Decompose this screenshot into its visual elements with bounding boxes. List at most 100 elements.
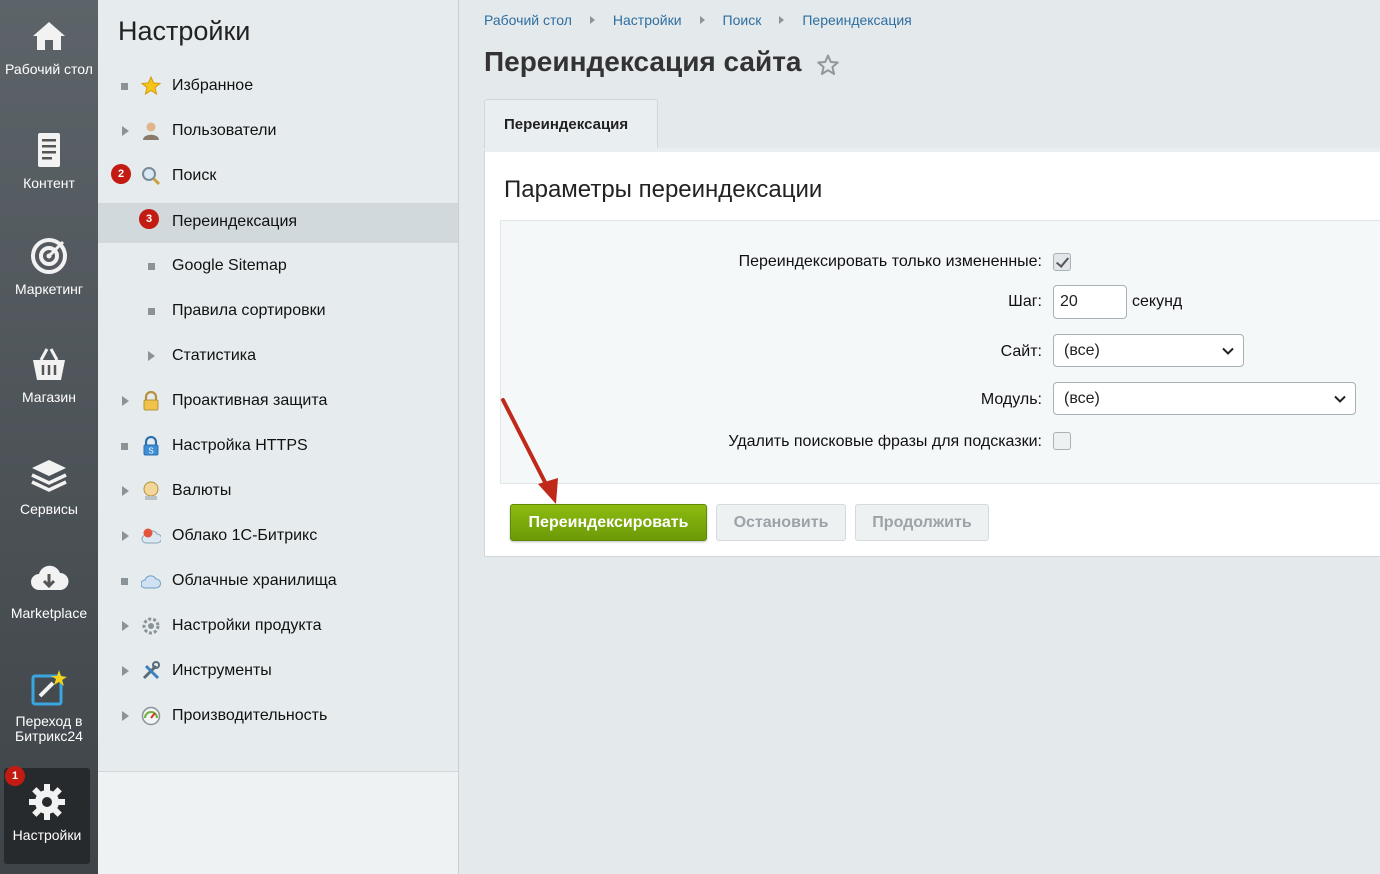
cloud-icon — [141, 528, 161, 544]
continue-button[interactable]: Продолжить — [855, 504, 989, 541]
expand-arrow-icon[interactable] — [148, 351, 155, 361]
settings-menu-panel: Настройки Избранное Пользователи 2 Поиск… — [98, 0, 459, 874]
menu-item-https[interactable]: S Настройка HTTPS — [98, 426, 458, 466]
cloud-download-icon — [31, 565, 69, 590]
user-icon — [143, 122, 159, 140]
rail-item-settings[interactable]: Настройки 1 — [4, 766, 90, 864]
menu-item-statistics[interactable]: Статистика — [98, 336, 458, 376]
menu-item-product-settings[interactable]: Настройки продукта — [98, 606, 458, 646]
chevron-down-icon — [1334, 395, 1346, 403]
rail-item-bitrix24[interactable]: Переход в Битрикс24 — [0, 668, 98, 744]
svg-text:S: S — [148, 447, 153, 456]
rail-item-services[interactable]: Сервисы — [0, 456, 98, 517]
site-select[interactable]: (все) — [1053, 334, 1244, 367]
document-icon — [38, 133, 60, 167]
menu-item-tools[interactable]: Инструменты — [98, 651, 458, 691]
module-select[interactable]: (все) — [1053, 382, 1356, 415]
menu-item-label: Настройки продукта — [172, 617, 322, 634]
menu-item-label: Проактивная защита — [172, 392, 328, 409]
main-content: Рабочий стол Настройки Поиск Переиндексация… — [459, 0, 1380, 874]
step-badge: 1 — [5, 766, 25, 786]
expand-arrow-icon[interactable] — [122, 621, 129, 631]
delete-phrases-label: Удалить поисковые фразы для подсказки: — [728, 433, 1042, 450]
stop-button[interactable]: Остановить — [716, 504, 846, 541]
menu-item-label: Правила сортировки — [172, 302, 326, 319]
rail-label: Сервисы — [19, 501, 78, 517]
rail-item-shop[interactable]: Магазин — [0, 344, 98, 405]
menu-item-label: Валюты — [172, 482, 232, 499]
bullet-marker — [148, 308, 155, 315]
menu-item-bitrix-cloud[interactable]: Облако 1С-Битрикс — [98, 516, 458, 556]
rail-item-marketplace[interactable]: Marketplace — [0, 560, 98, 621]
menu-item-label: Избранное — [172, 77, 254, 94]
menu-item-google-sitemap[interactable]: Google Sitemap — [98, 246, 458, 286]
rail-label: Настройки — [12, 827, 82, 843]
expand-arrow-icon[interactable] — [122, 666, 129, 676]
module-label: Модуль: — [980, 391, 1042, 408]
expand-arrow-icon[interactable] — [122, 711, 129, 721]
menu-item-label: Google Sitemap — [172, 257, 287, 274]
magnifier-icon — [142, 167, 161, 186]
expand-arrow-icon[interactable] — [122, 126, 129, 136]
step-unit: секунд — [1132, 293, 1183, 310]
expand-arrow-icon[interactable] — [122, 396, 129, 406]
rail-item-marketing[interactable]: Маркетинг — [0, 236, 98, 297]
expand-arrow-icon[interactable] — [122, 486, 129, 496]
menu-item-label: Настройка HTTPS — [172, 437, 308, 454]
bullet-marker — [121, 578, 128, 585]
left-navigation-rail: Рабочий стол Контент Маркетинг Магазин С… — [0, 0, 98, 874]
menu-item-label: Облако 1С-Битрикс — [172, 527, 318, 544]
chevron-down-icon — [1222, 347, 1234, 355]
settings-icon — [142, 617, 160, 635]
breadcrumb-separator-icon — [699, 16, 705, 24]
rail-label: Переход в Битрикс24 — [15, 713, 83, 744]
menu-item-currencies[interactable]: Валюты — [98, 471, 458, 511]
rail-label: Рабочий стол — [5, 61, 93, 77]
bitrix24-icon — [31, 670, 67, 706]
only-changed-checkbox[interactable] — [1053, 253, 1071, 271]
step-label: Шаг: — [1008, 293, 1042, 310]
basket-icon — [33, 348, 65, 380]
page-title: Переиндексация сайта — [484, 46, 802, 77]
menu-item-performance[interactable]: Производительность — [98, 696, 458, 736]
rail-label: Marketplace — [10, 605, 88, 621]
step-input[interactable]: 20 — [1053, 285, 1127, 319]
menu-footer-area — [98, 771, 458, 874]
target-icon — [31, 238, 67, 274]
home-icon — [33, 22, 65, 50]
rail-item-desktop[interactable]: Рабочий стол — [0, 16, 98, 77]
breadcrumb-link-desktop[interactable]: Рабочий стол — [484, 12, 572, 28]
module-select-value: (все) — [1064, 390, 1100, 407]
section-title: Параметры переиндексации — [504, 176, 823, 203]
rail-label: Магазин — [21, 389, 76, 405]
bullet-marker — [121, 83, 128, 90]
breadcrumb-link-search[interactable]: Поиск — [723, 12, 762, 28]
expand-arrow-icon[interactable] — [122, 531, 129, 541]
tools-icon — [142, 661, 160, 680]
menu-item-sort-rules[interactable]: Правила сортировки — [98, 291, 458, 331]
rail-label: Маркетинг — [14, 281, 84, 297]
menu-item-users[interactable]: Пользователи — [98, 111, 458, 151]
rail-label: Контент — [23, 175, 75, 191]
favorite-star-icon[interactable] — [816, 53, 840, 77]
menu-item-cloud-storage[interactable]: Облачные хранилища — [98, 561, 458, 601]
only-changed-label: Переиндексировать только измененные: — [738, 253, 1042, 270]
menu-item-proactive-protection[interactable]: Проактивная защита — [98, 381, 458, 421]
menu-item-label: Статистика — [172, 347, 257, 364]
lock-icon — [143, 391, 159, 411]
site-label: Сайт: — [1000, 343, 1042, 360]
menu-item-search[interactable]: 2 Поиск — [98, 156, 458, 196]
step-badge: 2 — [111, 164, 131, 184]
currency-icon — [143, 481, 159, 500]
menu-item-label: Переиндексация — [172, 213, 298, 230]
rail-item-content[interactable]: Контент — [0, 130, 98, 191]
breadcrumb-separator-icon — [779, 16, 785, 24]
menu-item-favorites[interactable]: Избранное — [98, 66, 458, 106]
menu-item-reindex[interactable]: 3 Переиндексация — [98, 203, 458, 243]
breadcrumb-link-settings[interactable]: Настройки — [613, 12, 682, 28]
bullet-marker — [148, 263, 155, 270]
tab-reindex[interactable]: Переиндексация — [484, 99, 658, 149]
reindex-button[interactable]: Переиндексировать — [510, 504, 707, 541]
breadcrumb-link-reindex[interactable]: Переиндексация — [802, 12, 911, 28]
delete-phrases-checkbox[interactable] — [1053, 432, 1071, 450]
